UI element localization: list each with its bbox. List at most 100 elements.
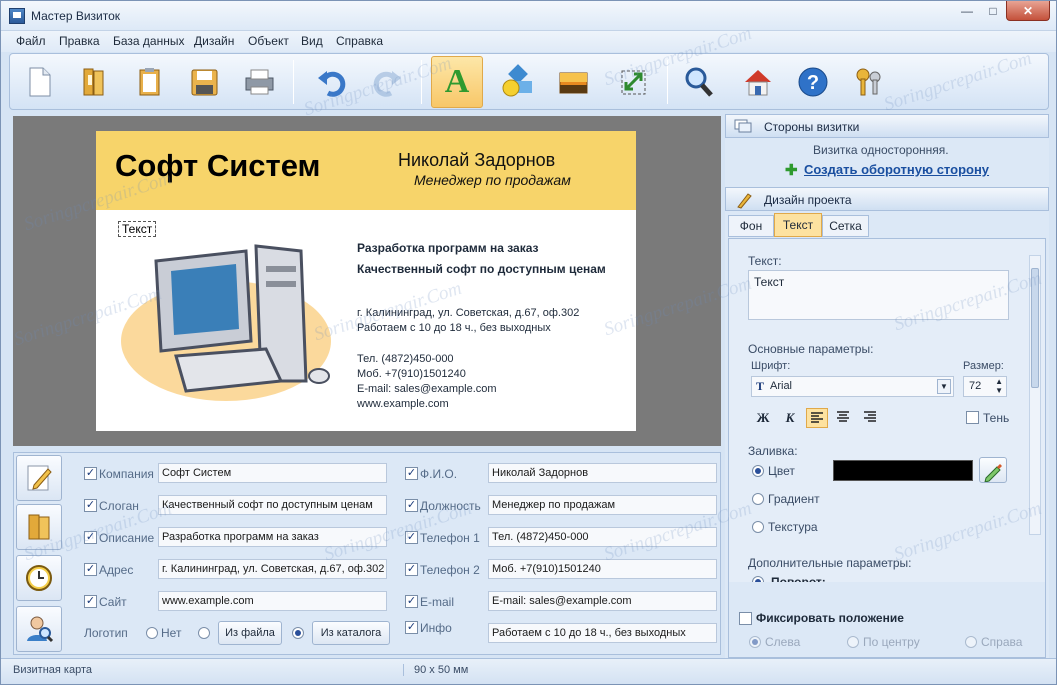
fill-color-radio[interactable] — [752, 465, 764, 477]
edit-text-button[interactable] — [16, 455, 62, 501]
maximize-button[interactable]: □ — [980, 1, 1006, 21]
slogan-input[interactable]: Качественный софт по доступным ценам — [158, 495, 387, 515]
website-checkbox[interactable]: ✓ — [84, 595, 97, 608]
card-mobile[interactable]: Моб. +7(910)1501240 — [357, 368, 466, 380]
font-select[interactable]: T Arial ▼ — [751, 376, 954, 397]
color-picker-button[interactable] — [979, 457, 1007, 483]
sides-header[interactable]: Стороны визитки — [725, 114, 1049, 138]
fill-color-swatch[interactable] — [833, 460, 973, 481]
vertical-scrollbar[interactable] — [1029, 255, 1041, 535]
templates-button[interactable] — [16, 504, 62, 550]
position-input[interactable]: Менеджер по продажам — [488, 495, 717, 515]
title-bar[interactable]: Мастер Визиток — □ ✕ — [1, 1, 1056, 31]
app-icon — [9, 8, 25, 24]
info-input[interactable]: Работаем с 10 до 18 ч., без выходных — [488, 623, 717, 643]
tab-background[interactable]: Фон — [728, 215, 774, 237]
new-doc-icon[interactable] — [13, 56, 65, 108]
history-button[interactable] — [16, 555, 62, 601]
design-header[interactable]: Дизайн проекта — [725, 187, 1049, 211]
website-input[interactable]: www.example.com — [158, 591, 387, 611]
menu-file[interactable]: Файл — [16, 34, 46, 48]
logo-file-radio[interactable] — [198, 627, 210, 639]
logo-from-file-button[interactable]: Из файла — [218, 621, 282, 645]
align-right-button[interactable] — [860, 408, 882, 428]
bold-button[interactable]: Ж — [753, 408, 773, 428]
phone1-input[interactable]: Тел. (4872)450-000 — [488, 527, 717, 547]
fullname-checkbox[interactable]: ✓ — [405, 467, 418, 480]
fill-gradient-radio[interactable] — [752, 493, 764, 505]
address-input[interactable]: г. Калининград, ул. Советская, д.67, оф.… — [158, 559, 387, 579]
card-description[interactable]: Разработка программ на заказ — [357, 241, 539, 255]
fill-texture-radio[interactable] — [752, 521, 764, 533]
email-input[interactable]: E-mail: sales@example.com — [488, 591, 717, 611]
menu-database[interactable]: База данных — [113, 34, 184, 48]
size-stepper[interactable]: 72 ▲ ▼ — [963, 376, 1007, 397]
shadow-checkbox[interactable] — [966, 411, 979, 424]
open-book-icon[interactable] — [68, 56, 120, 108]
card-email[interactable]: E-mail: sales@example.com — [357, 383, 497, 395]
align-center-button[interactable] — [833, 408, 855, 428]
stepper-arrows-icon[interactable]: ▲ ▼ — [995, 377, 1003, 395]
description-input[interactable]: Разработка программ на заказ — [158, 527, 387, 547]
clipboard-icon[interactable] — [123, 56, 175, 108]
logo-none-radio[interactable] — [146, 627, 158, 639]
menu-edit[interactable]: Правка — [59, 34, 100, 48]
scrollbar-thumb[interactable] — [1031, 268, 1039, 388]
chevron-down-icon[interactable]: ▼ — [937, 379, 951, 394]
minimize-button[interactable]: — — [954, 1, 980, 21]
help-icon[interactable]: ? — [787, 56, 839, 108]
align-left-button[interactable] — [806, 408, 828, 428]
menu-view[interactable]: Вид — [301, 34, 323, 48]
menu-design[interactable]: Дизайн — [194, 34, 234, 48]
image-tool-icon[interactable] — [547, 56, 599, 108]
italic-button[interactable]: К — [780, 408, 800, 428]
phone1-checkbox[interactable]: ✓ — [405, 531, 418, 544]
logo-catalog-radio[interactable] — [292, 627, 304, 639]
business-card[interactable]: Софт Систем Николай Задорнов Менеджер по… — [96, 131, 636, 431]
tab-text[interactable]: Текст — [774, 213, 822, 237]
menu-help[interactable]: Справка — [336, 34, 383, 48]
printer-icon[interactable] — [233, 56, 285, 108]
fix-position-checkbox[interactable] — [739, 612, 752, 625]
eyedropper-icon — [984, 464, 1002, 483]
align-right-radio[interactable] — [965, 636, 977, 648]
menu-object[interactable]: Объект — [248, 34, 289, 48]
card-phone[interactable]: Тел. (4872)450-000 — [357, 353, 454, 365]
undo-icon[interactable] — [306, 56, 358, 108]
fullname-input[interactable]: Николай Задорнов — [488, 463, 717, 483]
redo-icon[interactable] — [361, 56, 413, 108]
company-input[interactable]: Софт Систем — [158, 463, 387, 483]
align-center-radio[interactable] — [847, 636, 859, 648]
card-slogan[interactable]: Качественный софт по доступным ценам — [357, 262, 606, 276]
address-checkbox[interactable]: ✓ — [84, 563, 97, 576]
card-person[interactable]: Николай Задорнов — [398, 150, 555, 171]
card-website[interactable]: www.example.com — [357, 398, 449, 410]
phone2-checkbox[interactable]: ✓ — [405, 563, 418, 576]
logo-from-catalog-button[interactable]: Из каталога — [312, 621, 390, 645]
card-position[interactable]: Менеджер по продажам — [414, 172, 571, 188]
position-checkbox[interactable]: ✓ — [405, 499, 418, 512]
slogan-checkbox[interactable]: ✓ — [84, 499, 97, 512]
text-tool-icon[interactable]: A — [431, 56, 483, 108]
close-button[interactable]: ✕ — [1006, 1, 1050, 21]
align-left-radio[interactable] — [749, 636, 761, 648]
fix-position-label: Фиксировать положение — [756, 611, 904, 625]
card-company[interactable]: Софт Систем — [115, 148, 320, 184]
phone2-input[interactable]: Моб. +7(910)1501240 — [488, 559, 717, 579]
resize-tool-icon[interactable] — [607, 56, 659, 108]
company-checkbox[interactable]: ✓ — [84, 467, 97, 480]
shapes-tool-icon[interactable] — [491, 56, 543, 108]
card-address[interactable]: г. Калининград, ул. Советская, д.67, оф.… — [357, 307, 579, 319]
zoom-icon[interactable] — [673, 56, 725, 108]
find-contact-button[interactable] — [16, 606, 62, 652]
info-checkbox[interactable]: ✓ — [405, 621, 418, 634]
create-back-side-link[interactable]: Создать оборотную сторону — [804, 162, 989, 177]
tab-grid[interactable]: Сетка — [822, 215, 869, 237]
description-checkbox[interactable]: ✓ — [84, 531, 97, 544]
card-hours[interactable]: Работаем с 10 до 18 ч., без выходных — [357, 322, 551, 334]
keys-icon[interactable] — [843, 56, 895, 108]
home-icon[interactable] — [732, 56, 784, 108]
text-value-input[interactable]: Текст — [748, 270, 1009, 320]
email-checkbox[interactable]: ✓ — [405, 595, 418, 608]
save-floppy-icon[interactable] — [178, 56, 230, 108]
